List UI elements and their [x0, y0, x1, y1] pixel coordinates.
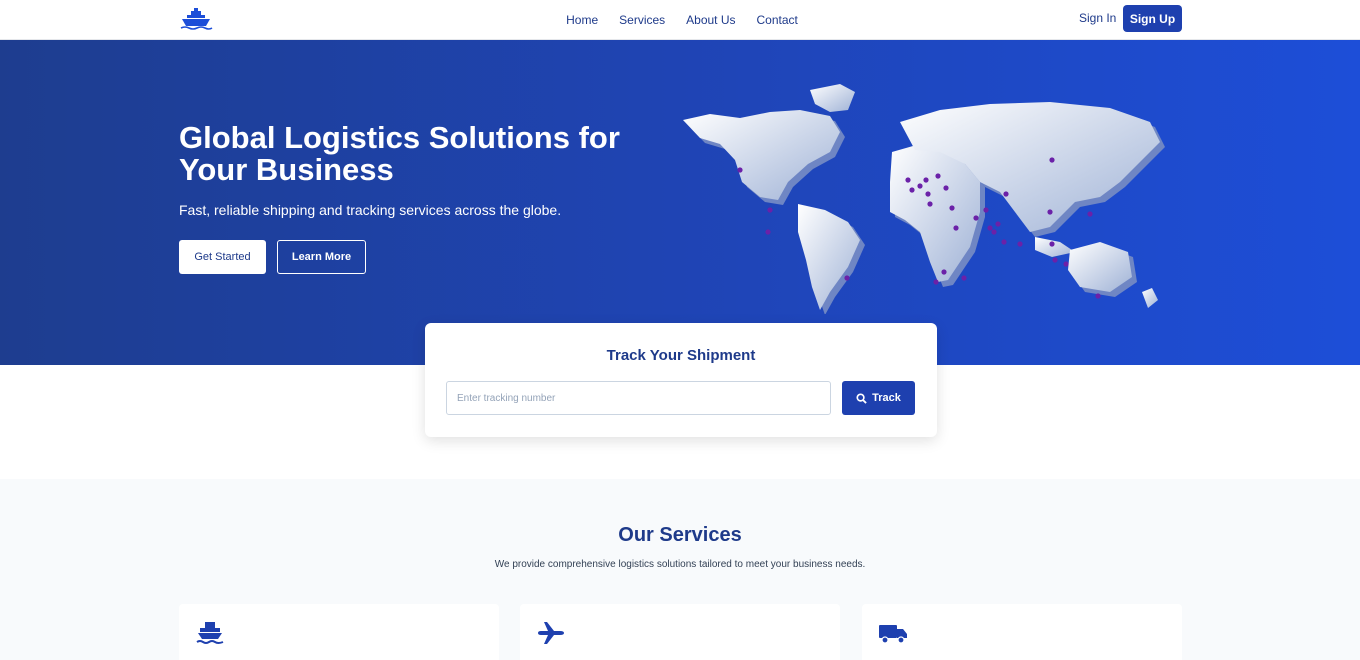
service-card-ship[interactable] [179, 604, 499, 660]
services-section: Our Services We provide comprehensive lo… [0, 479, 1360, 660]
tracking-title: Track Your Shipment [606, 347, 756, 364]
service-card-air[interactable] [520, 604, 840, 660]
tracking-card: Track Your Shipment Track [425, 323, 937, 437]
track-button-label: Track [872, 392, 901, 404]
sign-in-link[interactable]: Sign In [1079, 11, 1116, 25]
top-navbar: Home Services About Us Contact Sign In S… [0, 0, 1360, 40]
hero-section: Global Logistics Solutions for Your Busi… [0, 40, 1360, 365]
world-map-icon [683, 84, 1165, 314]
nav-link-services[interactable]: Services [619, 13, 665, 27]
learn-more-button[interactable]: Learn More [277, 240, 366, 274]
track-button[interactable]: Track [842, 381, 915, 415]
service-card-road[interactable] [862, 604, 1182, 660]
tracking-number-input[interactable] [446, 381, 831, 415]
ship-icon [196, 622, 224, 644]
nav-link-contact[interactable]: Contact [757, 13, 798, 27]
hero-subtitle: Fast, reliable shipping and tracking ser… [179, 202, 562, 218]
nav-link-home[interactable]: Home [566, 13, 598, 27]
nav-link-about-us[interactable]: About Us [686, 13, 735, 27]
search-icon [856, 392, 867, 404]
hero-title: Global Logistics Solutions for Your Busi… [179, 120, 620, 187]
sign-up-button[interactable]: Sign Up [1123, 5, 1182, 32]
truck-icon [879, 625, 907, 644]
services-subtitle: We provide comprehensive logistics solut… [494, 559, 866, 570]
services-title: Our Services [618, 524, 742, 546]
plane-icon [538, 622, 564, 644]
get-started-button[interactable]: Get Started [179, 240, 266, 274]
